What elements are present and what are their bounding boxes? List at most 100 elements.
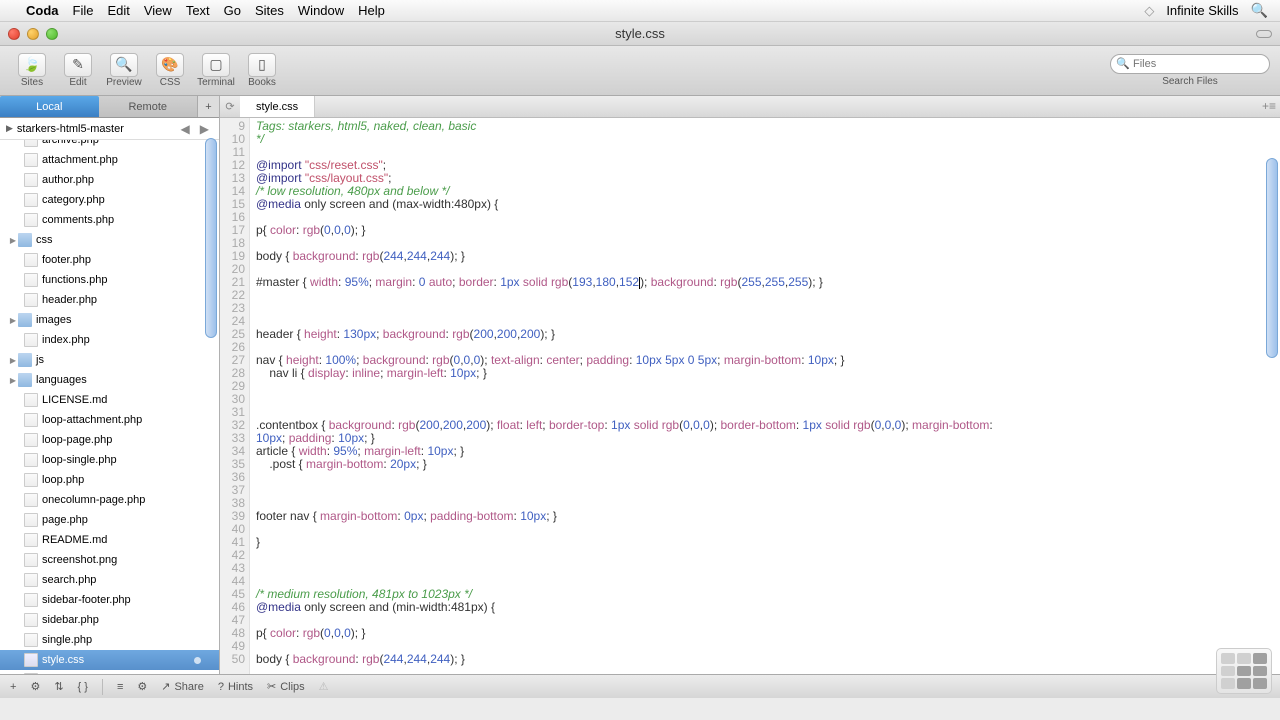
preview-icon: 🔍 bbox=[110, 53, 138, 77]
file-list[interactable]: archive.phpattachment.phpauthor.phpcateg… bbox=[0, 140, 219, 674]
warning-icon[interactable]: ⚠ bbox=[319, 680, 329, 693]
file-loop-page-php[interactable]: loop-page.php bbox=[0, 430, 219, 450]
project-path-bar[interactable]: ▶ starkers-html5-master ◀ ▶ bbox=[0, 118, 219, 140]
gear2-icon[interactable]: ⚙ bbox=[137, 680, 147, 693]
books-icon: ▯ bbox=[248, 53, 276, 77]
spotlight-icon[interactable]: 🔍 bbox=[1251, 2, 1268, 19]
editor-tab[interactable]: style.css bbox=[240, 96, 315, 117]
close-button[interactable] bbox=[8, 28, 20, 40]
file-category-php[interactable]: category.php bbox=[0, 190, 219, 210]
add-tab-icon[interactable]: +≡ bbox=[1262, 99, 1276, 113]
nav-back-icon[interactable]: ◀ bbox=[177, 122, 194, 136]
file-author-php[interactable]: author.php bbox=[0, 170, 219, 190]
file-loop-single-php[interactable]: loop-single.php bbox=[0, 450, 219, 470]
file-search-php[interactable]: search.php bbox=[0, 570, 219, 590]
folder-icon bbox=[18, 313, 32, 327]
file-sidebar-footer-php[interactable]: sidebar-footer.php bbox=[0, 590, 219, 610]
file-icon bbox=[24, 153, 38, 167]
reload-icon[interactable]: ⟳ bbox=[220, 100, 240, 113]
file-LICENSE-md[interactable]: LICENSE.md bbox=[0, 390, 219, 410]
sidebar-scrollbar[interactable] bbox=[205, 138, 217, 338]
file-languages[interactable]: ▶languages bbox=[0, 370, 219, 390]
hints-button[interactable]: ? Hints bbox=[218, 681, 253, 693]
menubar-right-label[interactable]: Infinite Skills bbox=[1166, 3, 1238, 18]
clips-button[interactable]: ✂ Clips bbox=[267, 680, 305, 693]
editor-tabs: ⟳ style.css +≡ bbox=[220, 96, 1280, 118]
menu-sites[interactable]: Sites bbox=[255, 3, 284, 18]
braces-icon[interactable]: { } bbox=[78, 681, 88, 693]
menu-go[interactable]: Go bbox=[224, 3, 241, 18]
disclosure-icon: ▶ bbox=[8, 236, 18, 245]
search-input[interactable] bbox=[1110, 54, 1270, 74]
disclosure-icon: ▶ bbox=[6, 123, 13, 134]
modified-dot-icon bbox=[194, 657, 201, 664]
toolbar-terminal-button[interactable]: ▢Terminal bbox=[194, 52, 238, 90]
file-functions-php[interactable]: functions.php bbox=[0, 270, 219, 290]
toolbar-sites-button[interactable]: 🍃Sites bbox=[10, 52, 54, 90]
toolbar-css-button[interactable]: 🎨CSS bbox=[148, 52, 192, 90]
file-index-php[interactable]: index.php bbox=[0, 330, 219, 350]
nav-forward-icon[interactable]: ▶ bbox=[196, 122, 213, 136]
split-layout-widget[interactable] bbox=[1216, 648, 1272, 694]
statusbar: + ⚙ ⇅ { } ≡ ⚙ ↗ Share ? Hints ✂ Clips ⚠ … bbox=[0, 674, 1280, 698]
menu-file[interactable]: File bbox=[73, 3, 94, 18]
file-loop-php[interactable]: loop.php bbox=[0, 470, 219, 490]
zoom-button[interactable] bbox=[46, 28, 58, 40]
sites-icon: 🍃 bbox=[18, 53, 46, 77]
editor-scrollbar[interactable] bbox=[1266, 158, 1278, 358]
add-icon[interactable]: + bbox=[10, 681, 16, 693]
file-style-css[interactable]: style.css bbox=[0, 650, 219, 670]
file-js[interactable]: ▶js bbox=[0, 350, 219, 370]
file-header-php[interactable]: header.php bbox=[0, 290, 219, 310]
file-icon bbox=[24, 653, 38, 667]
terminal-icon: ▢ bbox=[202, 53, 230, 77]
file-archive-php[interactable]: archive.php bbox=[0, 140, 219, 150]
wifi-icon[interactable]: ◇ bbox=[1144, 3, 1154, 19]
share-button[interactable]: ↗ Share bbox=[161, 680, 204, 693]
gear-icon[interactable]: ⚙ bbox=[30, 680, 40, 693]
file-attachment-php[interactable]: attachment.php bbox=[0, 150, 219, 170]
toolbar-toggle-button[interactable] bbox=[1256, 30, 1272, 38]
file-single-php[interactable]: single.php bbox=[0, 630, 219, 650]
file-sidebar-php[interactable]: sidebar.php bbox=[0, 610, 219, 630]
tab-add[interactable]: + bbox=[197, 96, 219, 117]
file-tag-php[interactable]: tag.php bbox=[0, 670, 219, 674]
window-titlebar: style.css bbox=[0, 22, 1280, 46]
file-icon bbox=[24, 533, 38, 547]
sync-icon[interactable]: ⇅ bbox=[54, 680, 63, 693]
minimize-button[interactable] bbox=[27, 28, 39, 40]
file-icon bbox=[24, 413, 38, 427]
toolbar-edit-button[interactable]: ✎Edit bbox=[56, 52, 100, 90]
toolbar-preview-button[interactable]: 🔍Preview bbox=[102, 52, 146, 90]
menu-help[interactable]: Help bbox=[358, 3, 385, 18]
columns-icon[interactable]: ≡ bbox=[117, 681, 123, 693]
file-icon bbox=[24, 433, 38, 447]
toolbar-books-button[interactable]: ▯Books bbox=[240, 52, 284, 90]
file-screenshot-png[interactable]: screenshot.png bbox=[0, 550, 219, 570]
folder-icon bbox=[18, 233, 32, 247]
file-footer-php[interactable]: footer.php bbox=[0, 250, 219, 270]
line-gutter: 9101112131415161718192021222324252627282… bbox=[220, 118, 250, 674]
file-README-md[interactable]: README.md bbox=[0, 530, 219, 550]
file-icon bbox=[24, 613, 38, 627]
project-name: starkers-html5-master bbox=[17, 123, 124, 135]
folder-icon bbox=[18, 373, 32, 387]
menu-view[interactable]: View bbox=[144, 3, 172, 18]
tab-local[interactable]: Local bbox=[0, 96, 99, 117]
tab-remote[interactable]: Remote bbox=[99, 96, 198, 117]
file-comments-php[interactable]: comments.php bbox=[0, 210, 219, 230]
menu-edit[interactable]: Edit bbox=[107, 3, 129, 18]
code-editor[interactable]: 9101112131415161718192021222324252627282… bbox=[220, 118, 1280, 674]
file-loop-attachment-php[interactable]: loop-attachment.php bbox=[0, 410, 219, 430]
file-images[interactable]: ▶images bbox=[0, 310, 219, 330]
menu-window[interactable]: Window bbox=[298, 3, 344, 18]
file-icon bbox=[24, 140, 38, 147]
app-name[interactable]: Coda bbox=[26, 3, 59, 18]
file-css[interactable]: ▶css bbox=[0, 230, 219, 250]
file-page-php[interactable]: page.php bbox=[0, 510, 219, 530]
menu-text[interactable]: Text bbox=[186, 3, 210, 18]
file-onecolumn-page-php[interactable]: onecolumn-page.php bbox=[0, 490, 219, 510]
file-icon bbox=[24, 493, 38, 507]
file-icon bbox=[24, 633, 38, 647]
code-text[interactable]: Tags: starkers, html5, naked, clean, bas… bbox=[250, 118, 1280, 674]
